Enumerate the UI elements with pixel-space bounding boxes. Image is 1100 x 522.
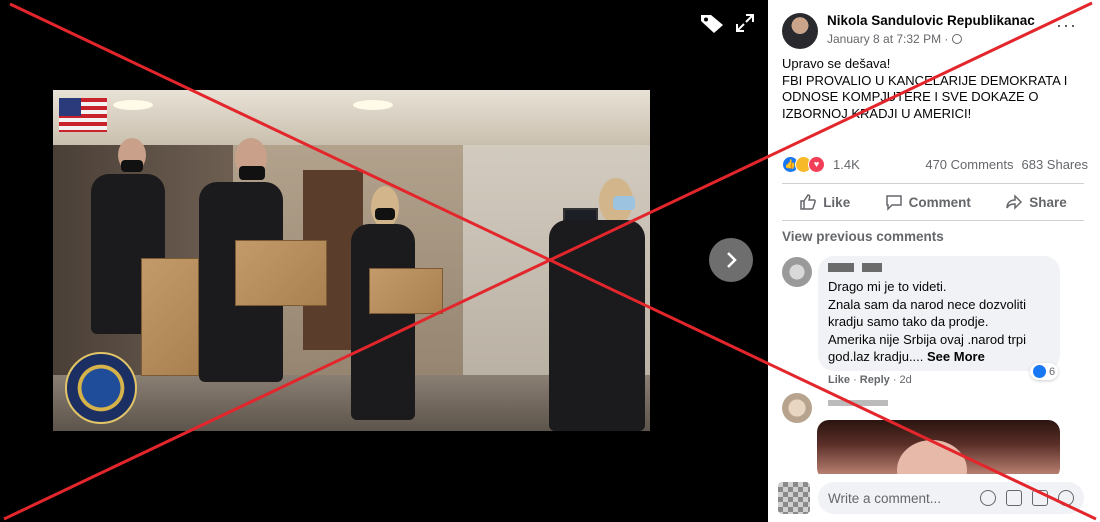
comment-reaction-badge[interactable]: 6 — [1030, 363, 1059, 380]
redacted-block — [862, 263, 882, 272]
share-button[interactable]: Share — [1005, 193, 1067, 211]
composer-icons — [980, 490, 1074, 506]
photo-box — [369, 268, 443, 314]
gif-icon[interactable] — [1032, 490, 1048, 506]
comment-image[interactable] — [817, 420, 1060, 480]
comment-composer: Write a comment... — [768, 474, 1100, 522]
like-button[interactable]: Like — [799, 193, 850, 211]
post-text-line: FBI PROVALIO U KANCELARIJE DEMOKRATA I — [782, 72, 1068, 88]
post-text-line: ODNOSE KOMPJUTERE I SVE DOKAZE O — [782, 89, 1039, 104]
sticker-icon[interactable] — [1058, 490, 1074, 506]
comment-line: Znala sam da narod nece dozvoliti — [828, 296, 1027, 312]
share-label: Share — [1029, 194, 1067, 210]
photo-face-mask — [375, 208, 395, 220]
comment-like-link[interactable]: Like — [828, 374, 850, 386]
comment-meta: Like · Reply · 2d — [828, 374, 912, 386]
photo-face-mask — [121, 160, 143, 172]
expand-icon[interactable] — [735, 13, 755, 33]
comment-line: kradju samo tako da prodje. — [828, 314, 989, 329]
post-time-text: January 8 at 7:32 PM · — [827, 32, 949, 46]
love-reaction-icon: ♥ — [808, 155, 825, 173]
fbi-seal-icon — [65, 352, 137, 424]
comment-text: Drago mi je to videti. Znala sam da naro… — [828, 278, 1050, 366]
view-previous-comments-link[interactable]: View previous comments — [782, 229, 944, 244]
comment-line: Drago mi je to videti. — [828, 279, 947, 294]
author-name[interactable]: Nikola Sandulovic Republikanac — [827, 13, 1035, 28]
photo-person — [549, 220, 645, 431]
comment-line: god.laz kradju.... — [828, 349, 927, 364]
comment-line: Amerika nije Srbija ovaj .narod trpi — [828, 331, 1026, 347]
current-user-avatar — [778, 482, 810, 514]
comment-placeholder: Write a comment... — [828, 491, 942, 506]
photo-face-mask — [613, 196, 635, 210]
commenter-avatar[interactable] — [782, 393, 812, 423]
thumbs-up-icon — [800, 194, 817, 210]
photo-box — [141, 258, 199, 376]
camera-icon[interactable] — [1006, 490, 1022, 506]
comment-label: Comment — [908, 194, 971, 210]
reaction-icons[interactable]: 👍 ♥ — [782, 155, 825, 173]
us-flag-icon — [59, 98, 107, 132]
reaction-summary: 👍 ♥ 1.4K 470 Comments 683 Shares — [782, 155, 1088, 173]
like-label: Like — [823, 194, 851, 210]
comment-line-last: god.laz kradju.... See More — [828, 348, 1050, 366]
post-text: Upravo se dešava! FBI PROVALIO U KANCELA… — [782, 56, 1092, 122]
commenter-name-redacted[interactable] — [828, 263, 1050, 272]
photo-ceiling — [53, 90, 650, 145]
post-timestamp[interactable]: January 8 at 7:32 PM · — [827, 32, 963, 46]
post-text-line: IZBORNOJ KRADJI U AMERICI! — [782, 105, 972, 121]
post-actions: Like Comment Share — [782, 186, 1084, 218]
photo-viewer — [0, 0, 768, 522]
chevron-right-icon — [727, 252, 737, 268]
post-sidebar: Nikola Sandulovic Republikanac January 8… — [768, 0, 1100, 522]
like-reaction-icon — [1033, 365, 1046, 378]
comments-count[interactable]: 470 Comments — [925, 157, 1013, 172]
photo-face-mask — [239, 166, 265, 180]
redacted-block — [828, 400, 888, 406]
comment-icon — [885, 195, 902, 211]
divider — [782, 220, 1084, 221]
comment-reaction-count: 6 — [1049, 365, 1056, 378]
globe-icon — [952, 34, 963, 44]
comment-button[interactable]: Comment — [885, 193, 971, 211]
photo-person-head — [371, 186, 399, 228]
comment-time[interactable]: 2d — [900, 374, 912, 386]
author-avatar[interactable] — [782, 13, 818, 49]
photo-person — [351, 224, 415, 420]
photo-light — [353, 100, 393, 110]
post-photo[interactable] — [53, 90, 650, 431]
comment-reply-link[interactable]: Reply — [860, 374, 890, 386]
tag-icon[interactable] — [699, 12, 725, 34]
commenter-avatar[interactable] — [782, 257, 812, 287]
next-photo-button[interactable] — [709, 238, 753, 282]
commenter-name-redacted[interactable] — [828, 400, 888, 406]
comment-input[interactable]: Write a comment... — [818, 482, 1084, 514]
redacted-block — [828, 263, 854, 272]
more-options-button[interactable]: ··· — [1056, 16, 1077, 34]
post-text-line: Upravo se dešava! — [782, 56, 891, 71]
photo-box — [235, 240, 327, 306]
photo-light — [113, 100, 153, 110]
comment-bubble: Drago mi je to videti. Znala sam da naro… — [818, 256, 1060, 371]
share-icon — [1006, 194, 1023, 210]
shares-count[interactable]: 683 Shares — [1022, 157, 1089, 172]
emoji-icon[interactable] — [980, 490, 996, 506]
see-more-link[interactable]: See More — [927, 349, 985, 364]
divider — [782, 183, 1084, 184]
reactions-count[interactable]: 1.4K — [833, 157, 860, 172]
